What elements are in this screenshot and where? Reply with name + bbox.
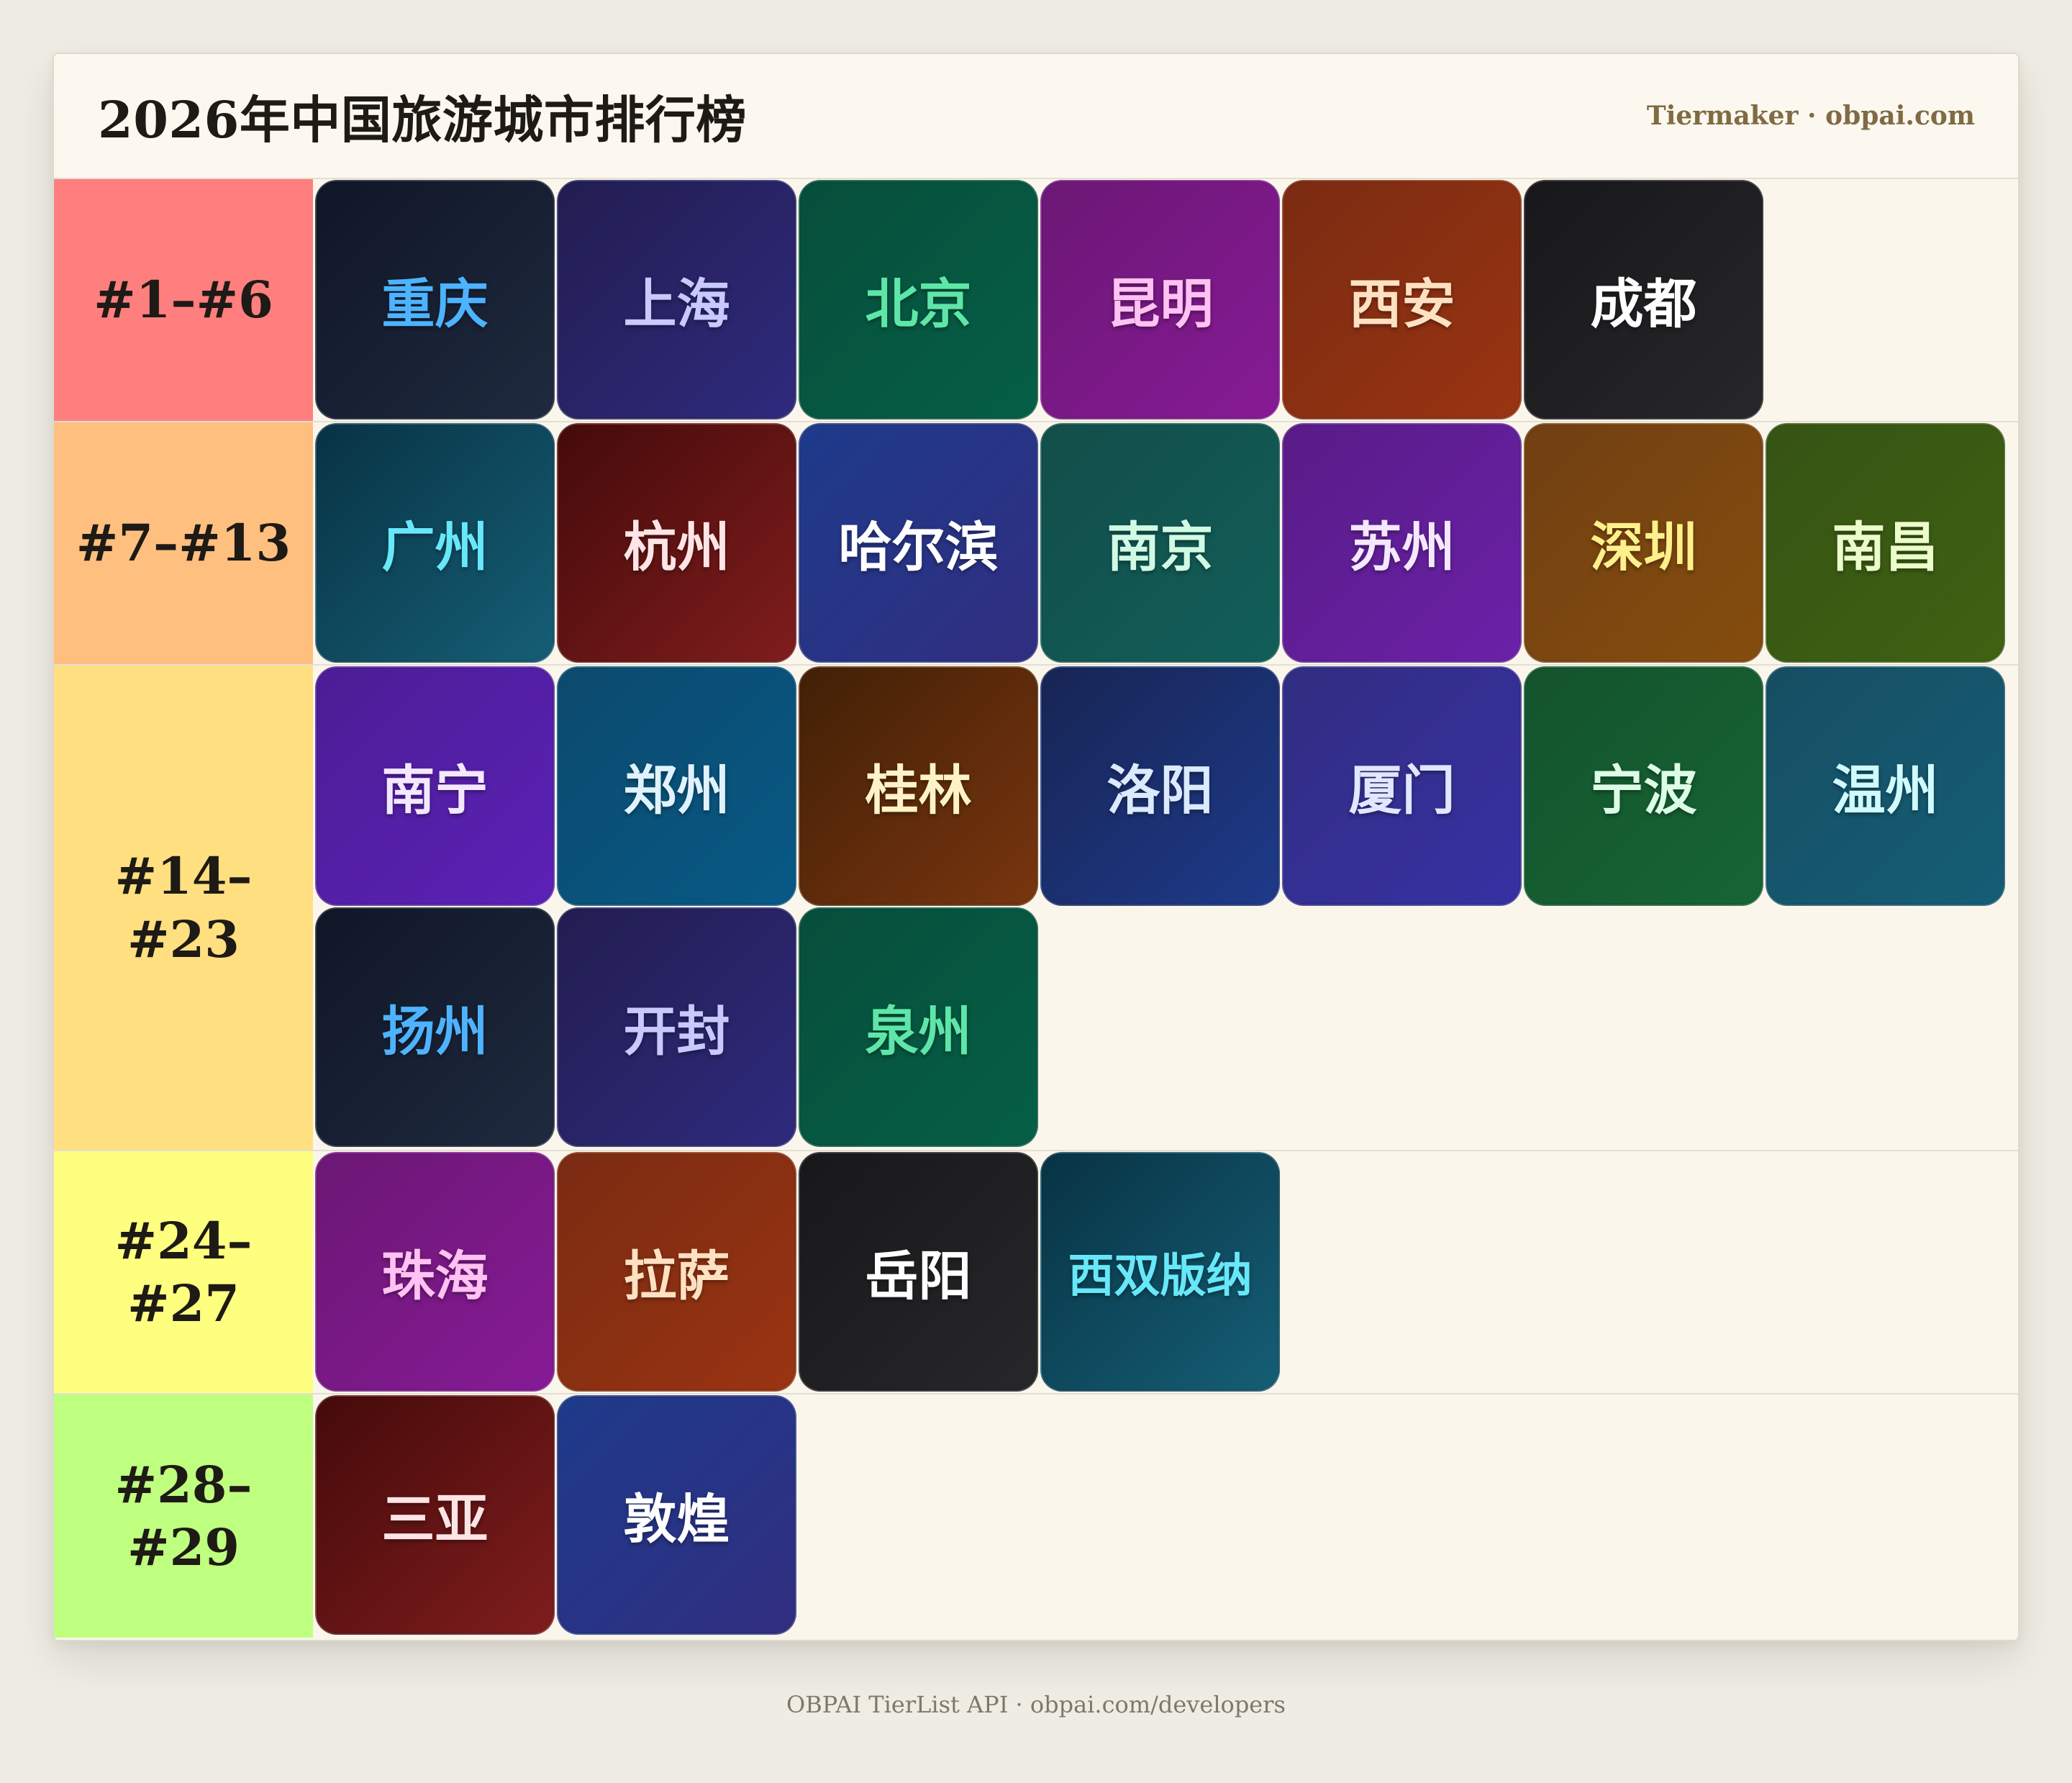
tier-items: 广州 杭州 哈尔滨 南京 苏州 深圳 南昌 [313, 422, 2018, 664]
city-card[interactable]: 岳阳 [799, 1152, 1038, 1392]
tier-items: 珠海 拉萨 岳阳 西双版纳 [313, 1151, 2018, 1393]
city-card[interactable]: 广州 [315, 423, 555, 663]
city-card[interactable]: 北京 [799, 180, 1038, 419]
footer-credit: OBPAI TierList API · obpai.com/developer… [786, 1691, 1286, 1718]
board-title: 2026年中国旅游城市排行榜 [98, 89, 747, 150]
city-card[interactable]: 开封 [557, 907, 796, 1147]
tier-row: #28–#29 三亚 敦煌 [54, 1394, 2018, 1638]
city-card[interactable]: 泉州 [799, 907, 1038, 1147]
tier-row: #1–#6 重庆 上海 北京 昆明 西安 成都 [54, 179, 2018, 422]
tier-row: #14–#23 南宁 郑州 桂林 洛阳 厦门 宁波 温州扬州 开封 泉州 [54, 666, 2018, 1151]
city-card[interactable]: 苏州 [1282, 423, 1522, 663]
tier-label[interactable]: #24–#27 [54, 1151, 313, 1393]
city-card[interactable]: 上海 [557, 180, 796, 419]
city-card[interactable]: 温州 [1766, 666, 2005, 906]
tier-board: 2026年中国旅游城市排行榜 Tiermaker · obpai.com #1–… [53, 53, 2019, 1641]
tier-items: 三亚 敦煌 [313, 1394, 2018, 1638]
tier-items: 南宁 郑州 桂林 洛阳 厦门 宁波 温州扬州 开封 泉州 [313, 666, 2018, 1150]
city-card[interactable]: 南宁 [315, 666, 555, 906]
tier-row: #24–#27 珠海 拉萨 岳阳 西双版纳 [54, 1151, 2018, 1394]
city-card[interactable]: 深圳 [1524, 423, 1763, 663]
tier-label[interactable]: #28–#29 [54, 1394, 313, 1638]
board-header: 2026年中国旅游城市排行榜 Tiermaker · obpai.com [54, 54, 2018, 179]
city-card[interactable]: 宁波 [1524, 666, 1763, 906]
city-card[interactable]: 珠海 [315, 1152, 555, 1392]
city-card[interactable]: 洛阳 [1040, 666, 1280, 906]
tier-label[interactable]: #14–#23 [54, 666, 313, 1150]
city-card[interactable]: 桂林 [799, 666, 1038, 906]
city-card[interactable]: 昆明 [1040, 180, 1280, 419]
tier-row: #7–#13 广州 杭州 哈尔滨 南京 苏州 深圳 南昌 [54, 422, 2018, 666]
city-card[interactable]: 哈尔滨 [799, 423, 1038, 663]
tier-label[interactable]: #7–#13 [54, 422, 313, 664]
city-card[interactable]: 重庆 [315, 180, 555, 419]
city-card[interactable]: 成都 [1524, 180, 1763, 419]
city-card[interactable]: 敦煌 [557, 1395, 796, 1635]
brand-credit: Tiermaker · obpai.com [1646, 101, 1975, 131]
tier-label[interactable]: #1–#6 [54, 179, 313, 421]
city-card[interactable]: 扬州 [315, 907, 555, 1147]
city-card[interactable]: 三亚 [315, 1395, 555, 1635]
city-card[interactable]: 西双版纳 [1040, 1152, 1280, 1392]
city-card[interactable]: 厦门 [1282, 666, 1522, 906]
city-card[interactable]: 郑州 [557, 666, 796, 906]
city-card[interactable]: 南昌 [1766, 423, 2005, 663]
tier-items: 重庆 上海 北京 昆明 西安 成都 [313, 179, 2018, 421]
city-card[interactable]: 西安 [1282, 180, 1522, 419]
tier-list: #1–#6 重庆 上海 北京 昆明 西安 成都 #7–#13 广州 杭州 哈尔滨 南京 苏州 深圳 南昌 #1… [54, 179, 2018, 1638]
city-card[interactable]: 南京 [1040, 423, 1280, 663]
city-card[interactable]: 杭州 [557, 423, 796, 663]
city-card[interactable]: 拉萨 [557, 1152, 796, 1392]
